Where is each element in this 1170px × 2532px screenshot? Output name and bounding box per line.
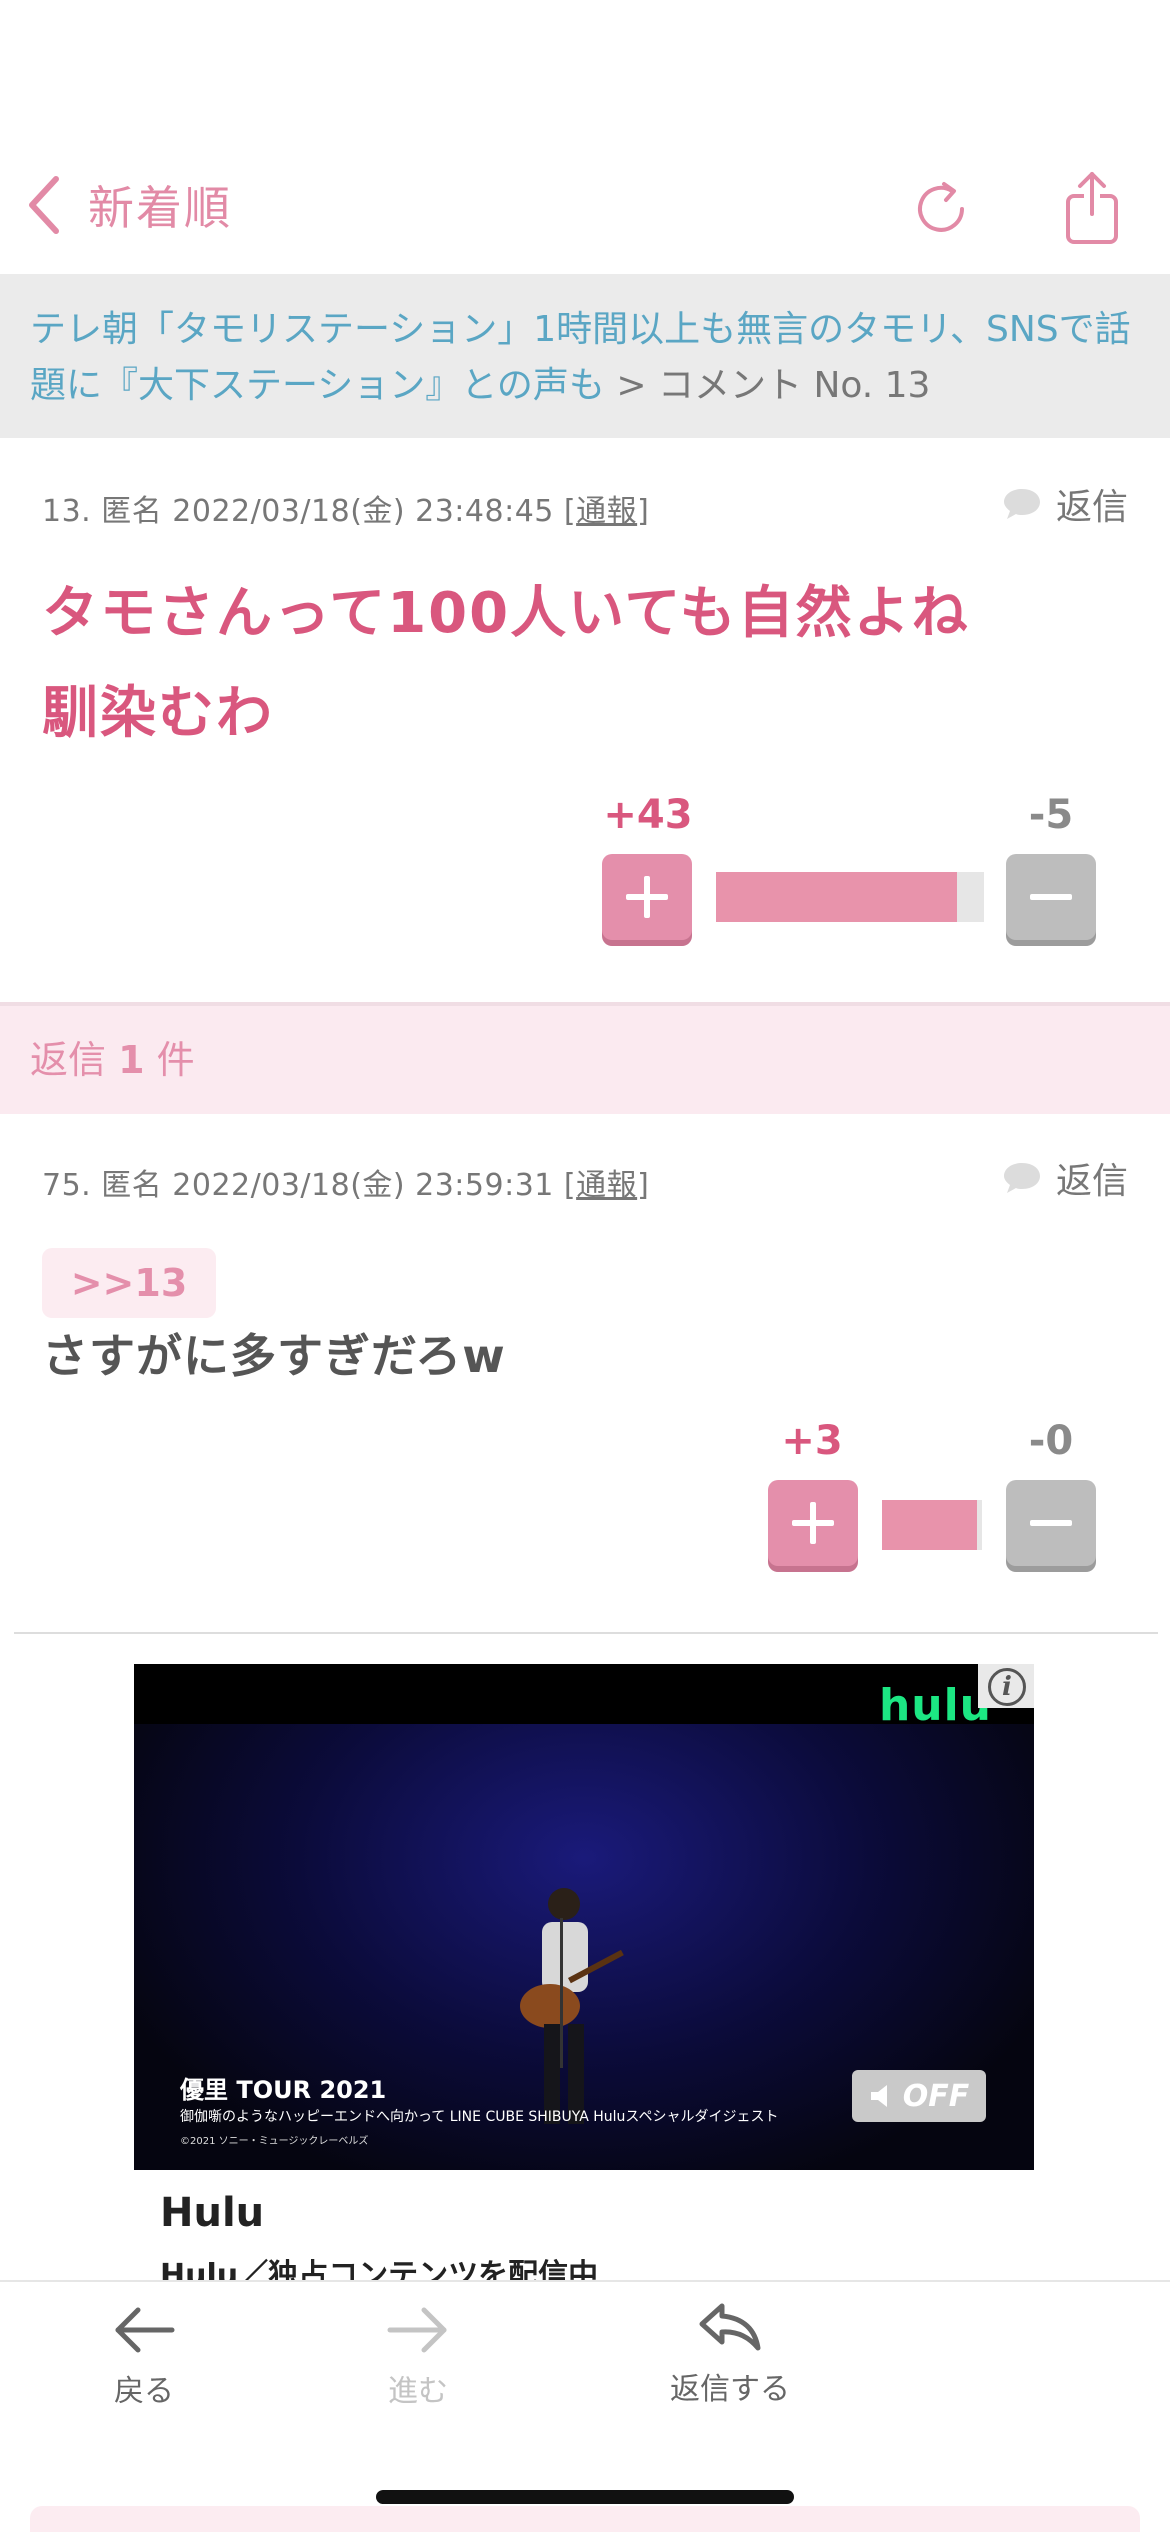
divider	[14, 1632, 1158, 1634]
ad-description[interactable]: Hulu／独占コンテンツを配信中	[160, 2250, 598, 2280]
hulu-logo: hulu	[878, 1680, 992, 1731]
breadcrumb-topic-link[interactable]: テレ朝「タモリステーション」1時間以上も無言のタモリ、SNSで話題に『大下ステー…	[30, 309, 1131, 406]
comment-meta-end: ]	[637, 1168, 650, 1203]
plus-vote-count: +3	[781, 1418, 843, 1464]
reply-compose-button[interactable]: 返信する	[660, 2300, 800, 2408]
home-indicator	[376, 2490, 794, 2504]
report-link[interactable]: 通報	[576, 1168, 637, 1203]
reply-arrow-icon	[699, 2303, 761, 2351]
breadcrumb-current: コメント No. 13	[658, 365, 931, 406]
ad-video-subtitle: 御伽噺のようなハッピーエンドへ向かって LINE CUBE SHIBUYA Hu…	[180, 2109, 779, 2125]
comment-body-line: 馴染むわ	[42, 681, 274, 746]
comment-meta-end: ]	[637, 494, 650, 529]
plus-vote-count: +43	[603, 792, 693, 838]
performer-image	[520, 1888, 624, 2124]
arrow-right-icon	[387, 2307, 447, 2353]
anchor-link[interactable]: >>13	[42, 1248, 216, 1318]
report-link[interactable]: 通報	[576, 494, 637, 529]
comment-body: タモさんって100人いても自然よね 馴染むわ	[42, 564, 970, 764]
minus-vote-count: -0	[1028, 1418, 1074, 1464]
arrow-left-icon	[115, 2307, 175, 2353]
replies-header: 返信 1 件	[0, 1006, 1170, 1114]
comment-body: さすがに多すぎだろw	[42, 1329, 506, 1383]
nav-bar: 新着順	[0, 150, 1170, 270]
back-button[interactable]: 新着順	[24, 172, 232, 238]
share-icon[interactable]	[1062, 170, 1122, 246]
reply-button[interactable]: 返信	[1002, 478, 1128, 530]
plus-vote-button[interactable]	[768, 1480, 858, 1566]
sort-order-label: 新着順	[88, 181, 232, 235]
refresh-icon[interactable]	[910, 178, 972, 240]
ad-video-copyright: ©2021 ソニー・ミュージックレーベルズ	[180, 2136, 369, 2147]
comment-body-line: タモさんって100人いても自然よね	[42, 581, 970, 646]
breadcrumb: テレ朝「タモリステーション」1時間以上も無言のタモリ、SNSで話題に『大下ステー…	[0, 274, 1170, 438]
minus-vote-button[interactable]	[1006, 1480, 1096, 1566]
comment-meta: 13. 匿名 2022/03/18(金) 23:48:45 [通報]	[42, 486, 649, 530]
replies-header-unit: 件	[156, 1038, 195, 1082]
speech-bubble-icon	[1003, 489, 1040, 519]
chevron-left-icon	[29, 176, 59, 234]
speech-bubble-icon	[1003, 1163, 1040, 1193]
back-nav-label: 戻る	[114, 2374, 174, 2409]
minus-vote-count: -5	[1028, 792, 1074, 838]
ad-info-button[interactable]: i	[978, 1664, 1034, 1708]
speaker-icon	[870, 2085, 887, 2107]
vote-ratio-bar	[882, 1500, 982, 1550]
forward-nav-button[interactable]: 進む	[378, 2304, 458, 2410]
replies-header-label: 返信	[30, 1038, 107, 1082]
comment-meta-text: 75. 匿名 2022/03/18(金) 23:59:31 [	[42, 1168, 577, 1203]
forward-nav-label: 進む	[388, 2374, 448, 2409]
vote-ratio-fill	[716, 872, 958, 922]
plus-vote-button[interactable]	[602, 854, 692, 940]
ad-advertiser[interactable]: Hulu	[160, 2190, 264, 2236]
minus-vote-button[interactable]	[1006, 854, 1096, 940]
ad-video-title: 優里 TOUR 2021	[180, 2076, 387, 2104]
bottom-edge	[30, 2506, 1140, 2532]
comment-meta-text: 13. 匿名 2022/03/18(金) 23:48:45 [	[42, 494, 577, 529]
comment-meta: 75. 匿名 2022/03/18(金) 23:59:31 [通報]	[42, 1160, 649, 1204]
ad-video[interactable]: hulu i 優里 TOUR 2021 御伽噺のようなハッピーエンドへ向かって …	[134, 1664, 1034, 2170]
info-icon: i	[988, 1668, 1026, 1706]
vote-ratio-fill	[882, 1500, 977, 1550]
breadcrumb-separator: >	[616, 365, 647, 406]
vote-ratio-bar	[716, 872, 984, 922]
mute-toggle[interactable]: OFF	[852, 2070, 986, 2122]
reply-button-label: 返信	[1055, 1161, 1128, 1202]
reply-compose-label: 返信する	[670, 2372, 790, 2407]
reply-button-label: 返信	[1055, 487, 1128, 528]
replies-count: 1	[118, 1038, 145, 1082]
back-nav-button[interactable]: 戻る	[104, 2304, 184, 2410]
mute-toggle-label: OFF	[902, 2078, 970, 2114]
reply-button[interactable]: 返信	[1002, 1152, 1128, 1204]
